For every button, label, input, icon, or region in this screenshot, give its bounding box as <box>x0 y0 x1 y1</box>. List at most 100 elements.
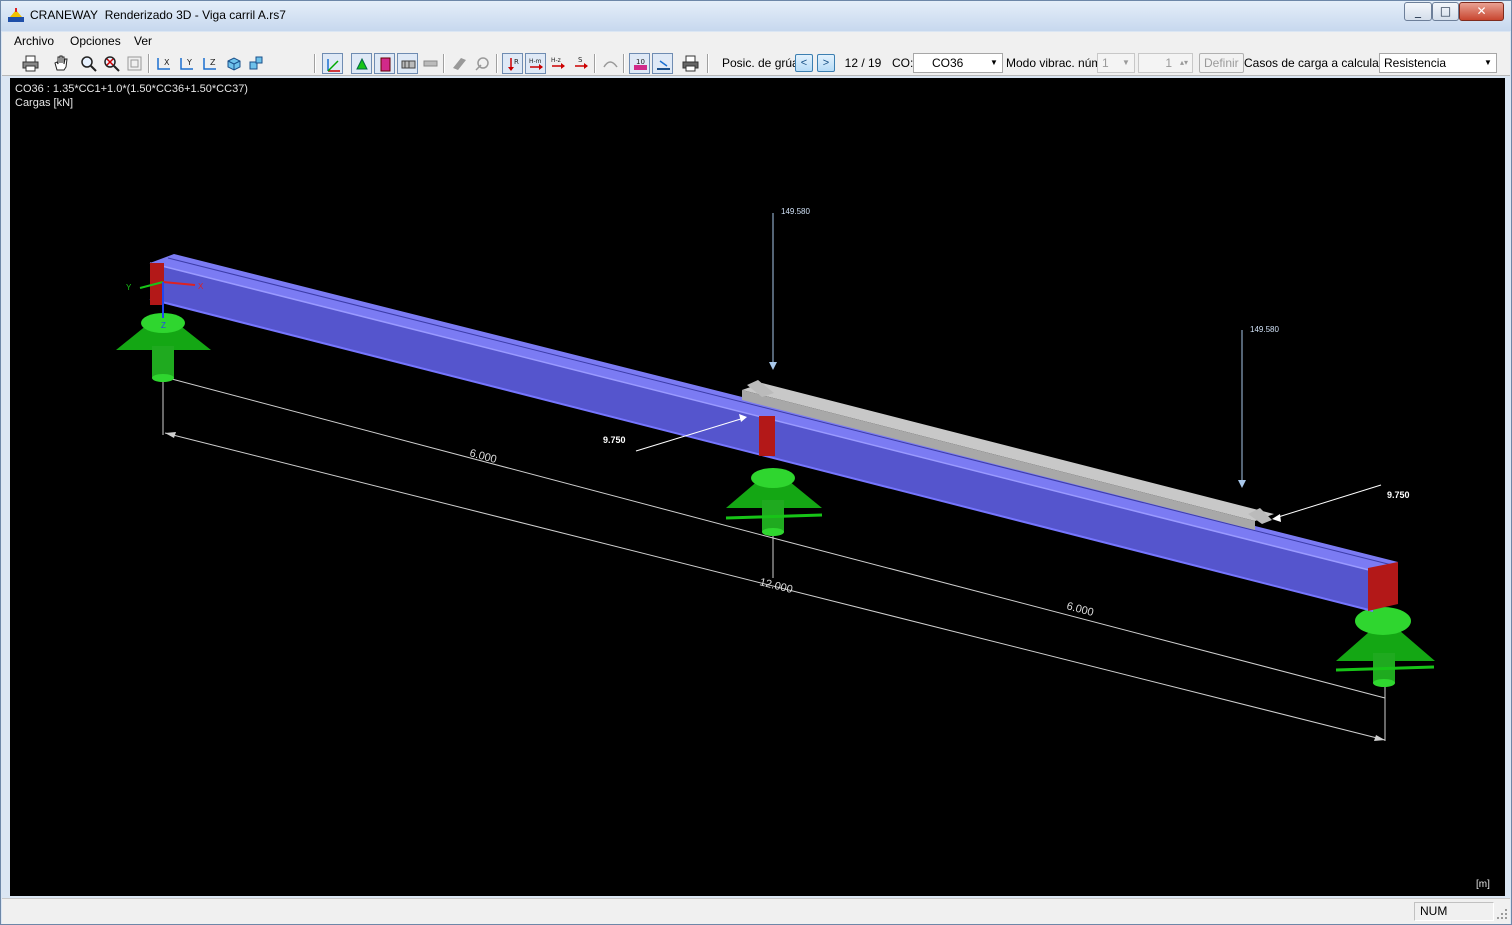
spin-arrows-icon: ▴▾ <box>1179 58 1189 67</box>
resize-grip-icon[interactable] <box>1496 908 1508 920</box>
support-right <box>1335 607 1435 687</box>
cross-section-icon <box>682 55 699 72</box>
status-bar: NUM <box>2 898 1510 924</box>
load-icon <box>453 58 466 70</box>
hm-icon: H-z <box>551 57 565 69</box>
craneway-app-icon <box>8 8 24 22</box>
dimension-label-right: 6.000 <box>1065 600 1095 619</box>
svg-text:R: R <box>514 58 519 66</box>
numbers-button[interactable] <box>652 53 673 74</box>
svg-text:S: S <box>578 56 583 64</box>
menu-bar: Archivo Opciones Ver <box>2 32 1510 51</box>
render-button[interactable] <box>397 53 418 74</box>
rail-button[interactable]: R <box>502 53 523 74</box>
define-button[interactable]: Definir <box>1199 53 1244 73</box>
axis-label-z: Z <box>161 321 166 330</box>
view-y-button[interactable]: Y <box>177 53 198 74</box>
crane-position-counter: 12 / 19 <box>844 56 882 70</box>
values-icon <box>475 57 489 71</box>
toolbar-separator <box>443 54 445 73</box>
menu-opciones[interactable]: Opciones <box>66 34 125 48</box>
horizontal-load-label-1: 9.750 <box>603 435 626 445</box>
minimize-icon: _ <box>1415 4 1421 18</box>
vibration-mode-select[interactable]: 1 ▼ <box>1097 53 1135 73</box>
values-button[interactable] <box>472 53 493 74</box>
section-icon <box>380 57 391 72</box>
minimize-button[interactable]: _ <box>1404 2 1432 21</box>
horizontal-load-arrow-2 <box>1272 484 1382 522</box>
load-cases-select[interactable]: Resistencia ▼ <box>1379 53 1497 73</box>
view-x-button[interactable]: X <box>154 53 175 74</box>
maximize-button[interactable]: □ <box>1432 2 1459 21</box>
pan-button[interactable] <box>50 53 71 74</box>
zoom-all-button[interactable] <box>101 53 122 74</box>
crane-position-label: Posic. de grúa: <box>722 56 803 70</box>
support-icon <box>356 57 368 70</box>
view-z-icon: Z <box>203 58 216 70</box>
isometric-view-button[interactable] <box>223 53 244 74</box>
s-button[interactable] <box>600 53 621 74</box>
crane-position-next-button[interactable]: > <box>817 54 835 72</box>
view-x-icon: X <box>157 58 170 70</box>
hz-icon: S <box>575 56 588 69</box>
view-frame-button[interactable] <box>124 53 145 74</box>
deformation-icon: 10 <box>634 58 647 70</box>
co-select[interactable]: CO36 ▼ <box>913 53 1003 73</box>
model-button[interactable] <box>322 53 343 74</box>
reactions-button[interactable]: H-m <box>525 53 546 74</box>
svg-text:H-z: H-z <box>551 57 561 64</box>
pan-hand-icon <box>54 55 68 71</box>
menu-archivo[interactable]: Archivo <box>10 34 58 48</box>
axes-button[interactable] <box>246 53 267 74</box>
horizontal-load-label-2: 9.750 <box>1387 490 1410 500</box>
vibration-spinner-value: 1 <box>1165 56 1172 70</box>
co-select-value: CO36 <box>932 56 964 70</box>
menu-ver[interactable]: Ver <box>130 34 156 48</box>
support-middle <box>725 468 823 536</box>
hz-button[interactable]: S <box>571 53 592 74</box>
support-button[interactable] <box>351 53 372 74</box>
svg-text:10: 10 <box>636 58 645 66</box>
numbers-icon <box>657 60 670 70</box>
render-3d-viewport[interactable]: CO36 : 1.35*CC1+1.0*(1.50*CC36+1.50*CC37… <box>10 78 1505 896</box>
chevron-down-icon: ▼ <box>990 58 998 67</box>
section-button[interactable] <box>374 53 395 74</box>
print-button[interactable] <box>20 53 41 74</box>
axes-icon <box>249 56 263 70</box>
svg-text:Z: Z <box>210 58 216 67</box>
chevron-down-icon: ▼ <box>1484 58 1492 67</box>
load-button[interactable] <box>449 53 470 74</box>
end-plate-middle <box>759 416 775 456</box>
s-icon <box>603 61 618 68</box>
chevron-down-icon: ▼ <box>1122 58 1130 67</box>
axis-label-y: Y <box>126 283 132 292</box>
units-label: [m] <box>1476 879 1490 890</box>
toolbar-separator <box>707 54 709 73</box>
toolbar-separator <box>594 54 596 73</box>
hm-button[interactable]: H-z <box>548 53 569 74</box>
svg-text:H-m: H-m <box>529 58 542 65</box>
num-lock-indicator: NUM <box>1414 902 1494 921</box>
dimension-label-total: 12.000 <box>758 576 794 596</box>
vertical-load-arrow-1 <box>769 213 777 370</box>
deformation-button[interactable]: 10 <box>629 53 650 74</box>
svg-text:Y: Y <box>186 58 192 67</box>
view-frame-icon <box>127 56 142 71</box>
reactions-icon: H-m <box>529 58 543 70</box>
zoom-button[interactable] <box>78 53 99 74</box>
zoom-icon <box>81 56 97 72</box>
toolbar-separator <box>623 54 625 73</box>
load-cases-label: Casos de carga a calcular: <box>1244 56 1387 70</box>
vibration-mode-spinner[interactable]: 1 ▴▾ <box>1138 53 1193 73</box>
render-icon <box>401 60 416 69</box>
load-cases-value: Resistencia <box>1384 56 1447 70</box>
print-icon <box>22 55 39 72</box>
view-z-button[interactable]: Z <box>200 53 221 74</box>
member-button[interactable] <box>420 53 441 74</box>
toolbar: X Y Z R H-m H-z S 10 Posic. de grúa: < >… <box>2 51 1510 76</box>
close-button[interactable]: ✕ <box>1459 2 1504 21</box>
cross-section-button[interactable] <box>680 53 701 74</box>
crane-position-prev-button[interactable]: < <box>795 54 813 72</box>
zoom-all-icon <box>104 56 120 72</box>
toolbar-separator <box>496 54 498 73</box>
